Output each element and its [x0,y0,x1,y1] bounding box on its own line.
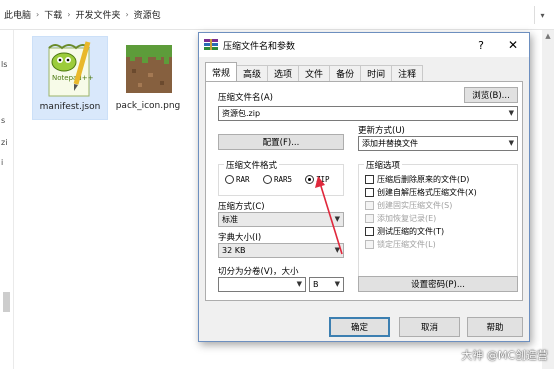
annotation-arrow [315,176,343,255]
tab-general[interactable]: 常规 [205,62,238,81]
watermark: 大神 @MC创造营 [461,349,548,362]
